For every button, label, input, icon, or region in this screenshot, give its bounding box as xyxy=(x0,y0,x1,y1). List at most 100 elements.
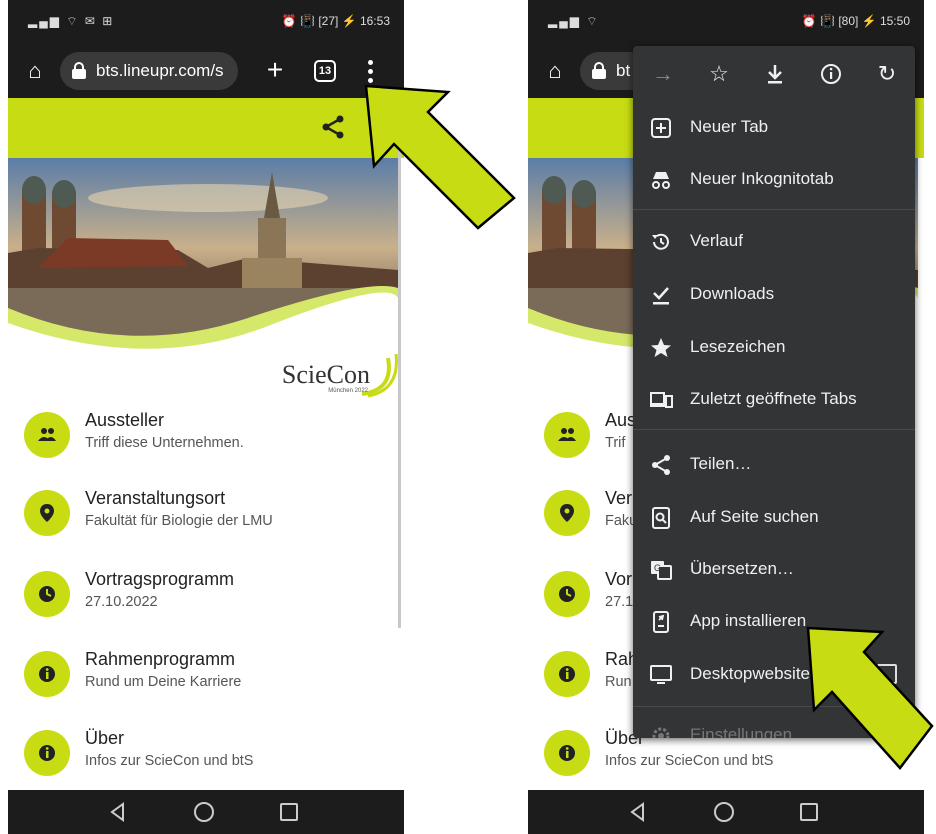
item-title: Veranstaltungsort xyxy=(85,488,226,508)
home-icon[interactable]: ⌂ xyxy=(538,54,572,88)
reload-icon[interactable]: ↻ xyxy=(873,60,901,88)
menu-toolbar: → ☆ ↻ xyxy=(633,46,915,102)
item-subtitle: 27.1 xyxy=(605,594,634,610)
info-icon xyxy=(24,651,70,697)
menu-item-share[interactable]: Teilen… xyxy=(633,439,915,491)
app-header xyxy=(8,98,404,158)
item-subtitle: Run xyxy=(605,674,632,690)
item-subtitle: Trif xyxy=(605,435,626,451)
item-subtitle: Infos zur ScieCon und btS xyxy=(605,753,774,769)
recents-icon[interactable] xyxy=(800,803,818,821)
people-icon xyxy=(544,412,590,458)
url-text: bts.lineupr.com/s xyxy=(96,61,224,80)
lock-icon xyxy=(72,62,86,79)
android-nav-bar xyxy=(8,790,404,834)
info-icon xyxy=(544,651,590,697)
new-tab-button[interactable]: + xyxy=(258,54,292,88)
share-icon xyxy=(652,455,670,475)
phone-screenshot-left: ▂▄▆ ⌔ ✉ ⊞ ⏰ 📳 [27] ⚡ 16:53 ⌂ bts.lineupr… xyxy=(8,0,404,834)
list-item-veranstaltungsort[interactable]: Veranstaltungsort Fakultät für Biologie … xyxy=(24,482,394,542)
recents-icon[interactable] xyxy=(280,803,298,821)
logo-subtitle: München 2022 xyxy=(328,388,368,394)
star-icon[interactable]: ☆ xyxy=(705,60,733,88)
home-circle-icon[interactable] xyxy=(194,802,214,822)
list-item-vortragsprogramm[interactable]: Vortragsprogramm 27.10.2022 xyxy=(24,563,394,623)
info-icon xyxy=(24,730,70,776)
install-app-icon xyxy=(653,611,669,633)
status-bar: ▂▄▆ ⌔ ⏰ 📳 [80] ⚡ 15:50 xyxy=(528,0,924,44)
back-icon[interactable] xyxy=(108,802,128,822)
item-subtitle: Triff diese Unternehmen. xyxy=(85,435,244,451)
item-title: Vor xyxy=(605,569,633,589)
item-title: Aussteller xyxy=(85,410,165,430)
translate-icon: G xyxy=(651,561,672,580)
item-subtitle: Infos zur ScieCon und btS xyxy=(85,753,254,769)
location-pin-icon xyxy=(544,490,590,536)
menu-item-label: Neuer Inkognitotab xyxy=(690,169,834,188)
home-icon[interactable]: ⌂ xyxy=(18,54,52,88)
item-subtitle: Rund um Deine Karriere xyxy=(85,674,242,690)
menu-item-translate[interactable]: G Übersetzen… xyxy=(633,544,915,596)
location-pin-icon xyxy=(24,490,70,536)
menu-item-label: Zuletzt geöffnete Tabs xyxy=(690,389,857,408)
arrow-pointing-to-menu-icon xyxy=(364,84,516,230)
menu-item-new-tab[interactable]: Neuer Tab xyxy=(633,102,915,154)
download-icon[interactable] xyxy=(761,60,789,88)
sciecon-logo: ScieCon München 2022 xyxy=(280,353,400,406)
list-item-aussteller[interactable]: Aussteller Triff diese Unternehmen. xyxy=(24,404,394,464)
lock-icon xyxy=(592,62,606,79)
status-clock: ⏰ 📳 [27] ⚡ 16:53 xyxy=(281,14,390,28)
menu-item-label: Einstellungen xyxy=(690,725,793,738)
address-bar[interactable]: bts.lineupr.com/s xyxy=(60,52,238,90)
status-clock: ⏰ 📳 [80] ⚡ 15:50 xyxy=(801,14,910,28)
recent-tabs-icon xyxy=(650,392,673,408)
item-title: Über xyxy=(85,728,125,748)
home-circle-icon[interactable] xyxy=(714,802,734,822)
history-icon xyxy=(652,233,669,250)
menu-item-label: Auf Seite suchen xyxy=(690,507,819,526)
share-icon[interactable] xyxy=(320,114,346,140)
munich-skyline-image xyxy=(8,158,398,358)
menu-item-find-in-page[interactable]: Auf Seite suchen xyxy=(633,492,915,544)
menu-item-history[interactable]: Verlauf xyxy=(633,216,915,268)
svg-text:G: G xyxy=(654,563,661,573)
item-title: Ver xyxy=(605,488,633,508)
new-tab-icon xyxy=(651,118,671,138)
list-item-rahmenprogramm[interactable]: Rahmenprogramm Rund um Deine Karriere xyxy=(24,643,394,703)
menu-item-label: App installieren xyxy=(690,611,807,630)
url-text: bt xyxy=(616,61,631,80)
find-in-page-icon xyxy=(652,507,670,529)
item-subtitle: 27.10.2022 xyxy=(85,594,158,610)
arrow-pointing-to-install-app-icon xyxy=(806,626,934,770)
clock-icon xyxy=(544,571,590,617)
info-icon[interactable] xyxy=(817,60,845,88)
list-item-ueber[interactable]: Über Infos zur ScieCon und btS xyxy=(24,722,394,782)
menu-item-label: Lesezeichen xyxy=(690,337,786,356)
menu-divider xyxy=(633,429,915,430)
logo-name: ScieCon xyxy=(281,360,370,389)
settings-icon xyxy=(652,727,670,738)
status-icons-left: ▂▄▆ ⌔ xyxy=(548,14,600,28)
menu-item-incognito[interactable]: Neuer Inkognitotab xyxy=(633,154,915,206)
menu-item-label: Übersetzen… xyxy=(690,559,794,578)
menu-item-label: Teilen… xyxy=(690,454,752,473)
desktop-icon xyxy=(650,665,672,684)
menu-item-label: Desktopwebsite xyxy=(690,664,811,683)
forward-icon[interactable]: → xyxy=(649,60,677,88)
menu-item-label: Verlauf xyxy=(690,231,743,250)
downloads-icon xyxy=(653,287,669,305)
menu-item-bookmarks[interactable]: Lesezeichen xyxy=(633,322,915,374)
incognito-icon xyxy=(652,172,670,189)
menu-item-recent-tabs[interactable]: Zuletzt geöffnete Tabs xyxy=(633,374,915,426)
info-icon xyxy=(544,730,590,776)
back-icon[interactable] xyxy=(628,802,648,822)
bookmark-star-icon xyxy=(651,338,671,357)
clock-icon xyxy=(24,571,70,617)
menu-item-label: Neuer Tab xyxy=(690,117,769,136)
menu-item-label: Downloads xyxy=(690,284,775,303)
browser-toolbar: ⌂ bts.lineupr.com/s + 13 xyxy=(8,44,404,98)
tab-switcher-button[interactable]: 13 xyxy=(314,60,336,82)
people-icon xyxy=(24,412,70,458)
menu-item-downloads[interactable]: Downloads xyxy=(633,269,915,321)
android-nav-bar xyxy=(528,790,924,834)
